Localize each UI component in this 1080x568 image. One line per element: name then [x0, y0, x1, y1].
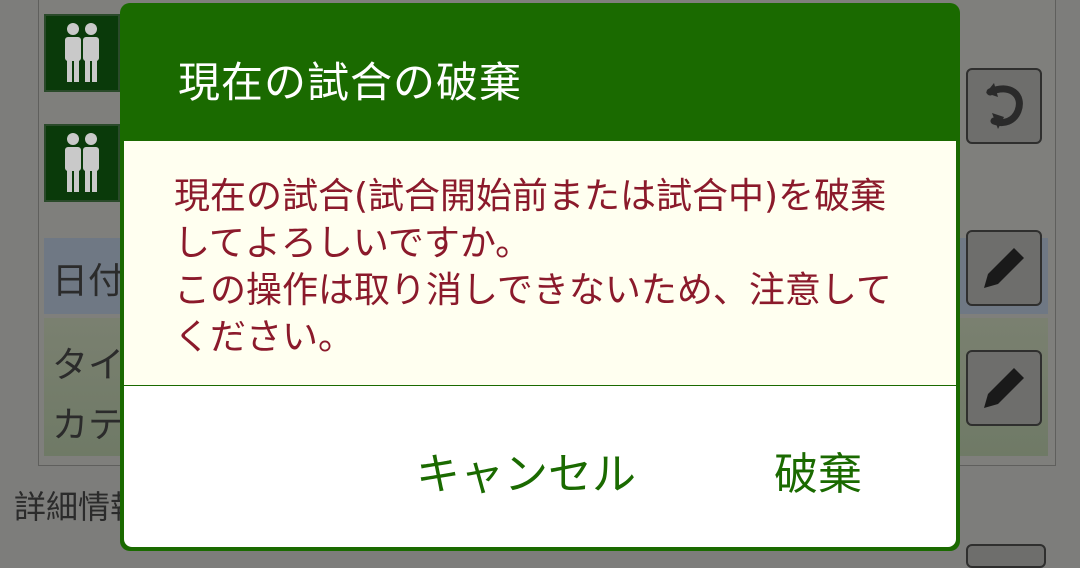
- category-row-label: カテ: [52, 405, 125, 446]
- details-action-button[interactable]: [966, 544, 1046, 568]
- players-icon[interactable]: [44, 124, 120, 202]
- dialog-message-area: 現在の試合(試合開始前または試合中)を破棄してよろしいですか。 この操作は取り消…: [124, 141, 956, 386]
- cancel-button[interactable]: キャンセル: [416, 438, 636, 502]
- edit-date-button[interactable]: [966, 230, 1042, 306]
- dialog-button-bar: キャンセル 破棄: [124, 386, 956, 547]
- players-icon-graphic: [65, 23, 99, 82]
- date-row-label: 日付: [52, 261, 125, 302]
- title-row-label: タイ: [52, 345, 125, 386]
- edit-icon: [984, 248, 1024, 288]
- edit-icon: [984, 368, 1024, 408]
- players-icon[interactable]: [44, 14, 120, 92]
- discard-match-dialog: 現在の試合の破棄 現在の試合(試合開始前または試合中)を破棄してよろしいですか。…: [120, 3, 960, 551]
- undo-icon: [986, 83, 1023, 129]
- undo-button[interactable]: [966, 68, 1042, 144]
- edit-title-button[interactable]: [966, 350, 1042, 426]
- dialog-header: 現在の試合の破棄: [124, 3, 956, 141]
- players-icon-graphic: [65, 133, 99, 192]
- discard-button[interactable]: 破棄: [774, 438, 862, 502]
- dialog-title: 現在の試合の破棄: [178, 58, 523, 107]
- dialog-message: 現在の試合(試合開始前または試合中)を破棄してよろしいですか。 この操作は取り消…: [174, 176, 892, 358]
